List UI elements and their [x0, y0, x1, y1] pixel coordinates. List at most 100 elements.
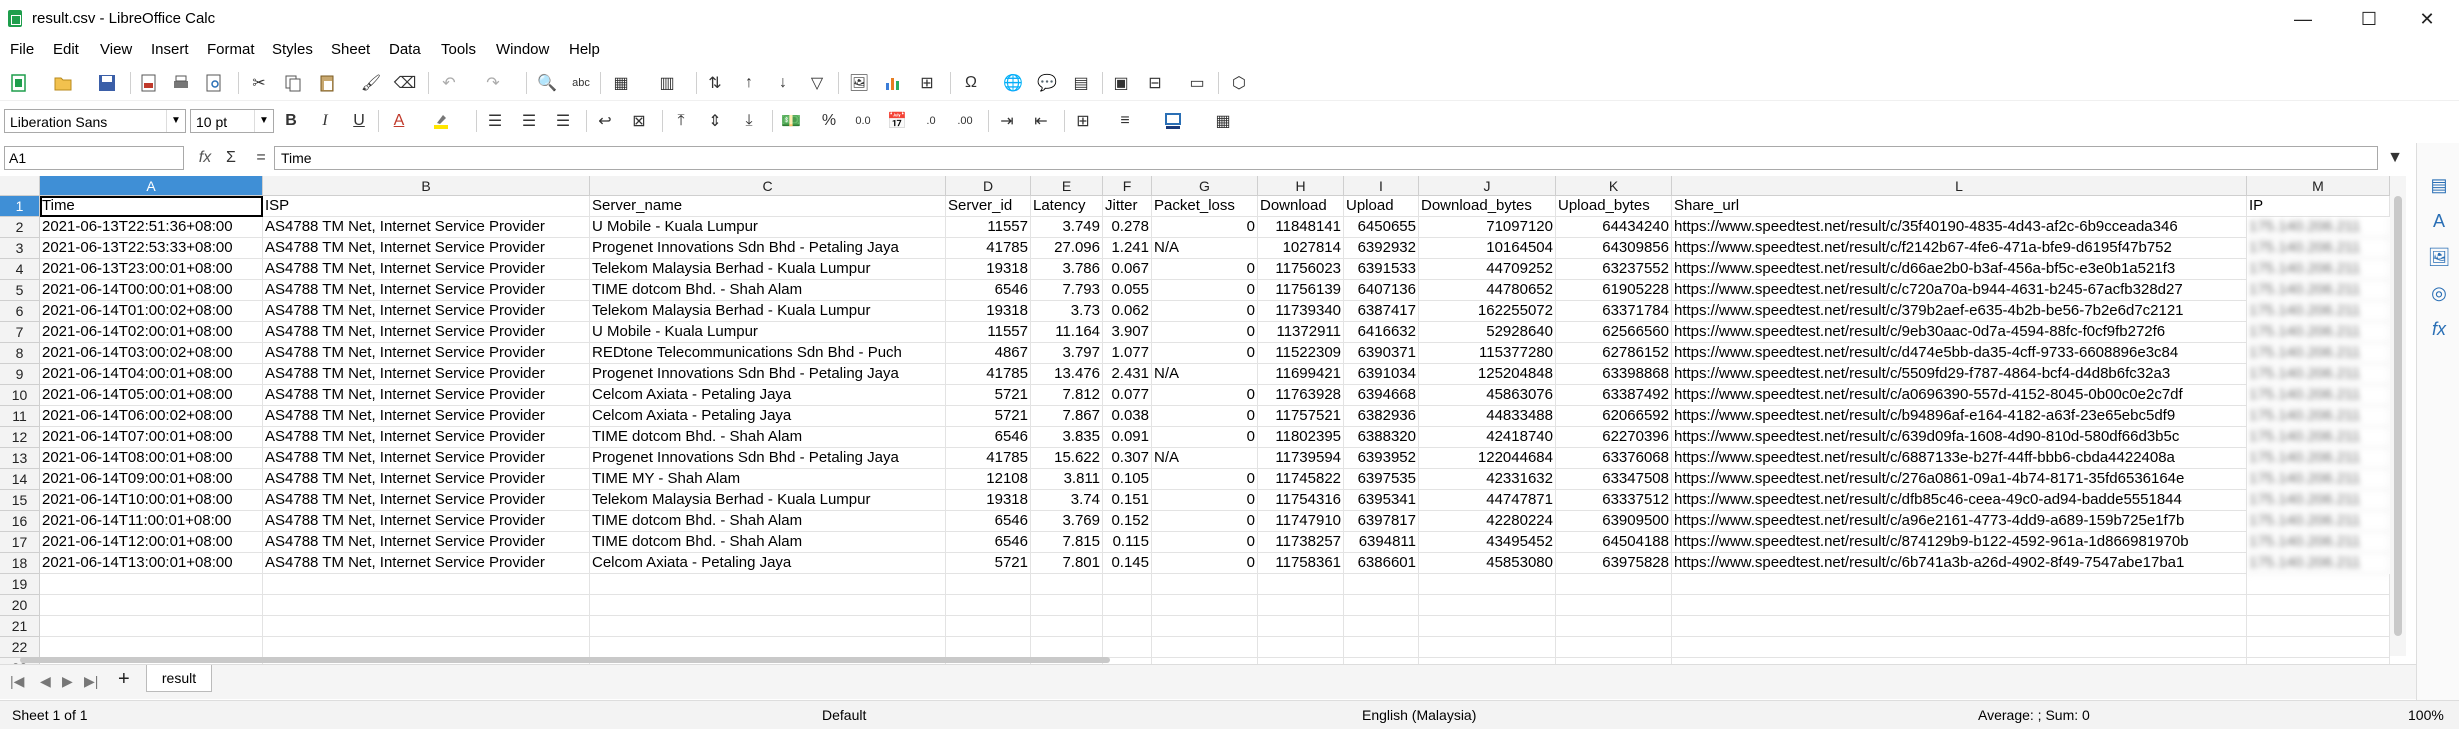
split-window-icon[interactable]: ▭: [1186, 72, 1208, 94]
data-cell[interactable]: 63975828: [1556, 553, 1672, 574]
freeze-rows-columns-icon[interactable]: ⊟: [1144, 72, 1166, 94]
empty-cell[interactable]: [1103, 616, 1152, 637]
data-cell[interactable]: 64434240: [1556, 217, 1672, 238]
empty-cell[interactable]: [1344, 637, 1419, 658]
column-header[interactable]: D: [946, 176, 1031, 196]
data-cell[interactable]: TIME dotcom Bhd. - Shah Alam: [590, 427, 946, 448]
row-header[interactable]: 9: [0, 364, 40, 385]
empty-cell[interactable]: [1103, 574, 1152, 595]
data-cell[interactable]: 7.815: [1031, 532, 1103, 553]
data-cell[interactable]: 11848141: [1258, 217, 1344, 238]
ip-cell[interactable]: 175.140.206.211: [2247, 490, 2390, 511]
print-icon[interactable]: [170, 72, 192, 94]
empty-cell[interactable]: [1258, 595, 1344, 616]
formula-input[interactable]: Time: [274, 146, 2378, 170]
header-cell[interactable]: Download_bytes: [1419, 196, 1556, 217]
data-cell[interactable]: 63371784: [1556, 301, 1672, 322]
data-cell[interactable]: AS4788 TM Net, Internet Service Provider: [263, 406, 590, 427]
data-cell[interactable]: https://www.speedtest.net/result/c/f2142…: [1672, 238, 2247, 259]
empty-cell[interactable]: [2247, 616, 2390, 637]
navigator-icon[interactable]: ◎: [2427, 281, 2451, 305]
data-cell[interactable]: 61905228: [1556, 280, 1672, 301]
data-cell[interactable]: 71097120: [1419, 217, 1556, 238]
data-cell[interactable]: 19318: [946, 259, 1031, 280]
data-cell[interactable]: https://www.speedtest.net/result/c/379b2…: [1672, 301, 2247, 322]
data-cell[interactable]: AS4788 TM Net, Internet Service Provider: [263, 364, 590, 385]
ip-cell[interactable]: 175.140.206.211: [2247, 364, 2390, 385]
data-cell[interactable]: 6397817: [1344, 511, 1419, 532]
column-header[interactable]: F: [1103, 176, 1152, 196]
data-cell[interactable]: 0: [1152, 301, 1258, 322]
ip-cell[interactable]: 175.140.206.211: [2247, 343, 2390, 364]
row-header[interactable]: 13: [0, 448, 40, 469]
column-header[interactable]: K: [1556, 176, 1672, 196]
data-cell[interactable]: 3.797: [1031, 343, 1103, 364]
percent-format-icon[interactable]: %: [818, 110, 840, 132]
data-cell[interactable]: 115377280: [1419, 343, 1556, 364]
data-cell[interactable]: Telekom Malaysia Berhad - Kuala Lumpur: [590, 301, 946, 322]
menu-tools[interactable]: Tools: [441, 41, 476, 58]
data-cell[interactable]: 0.091: [1103, 427, 1152, 448]
data-cell[interactable]: 0: [1152, 259, 1258, 280]
data-cell[interactable]: 2021-06-14T01:00:02+08:00: [40, 301, 263, 322]
data-cell[interactable]: 62066592: [1556, 406, 1672, 427]
empty-cell[interactable]: [1152, 595, 1258, 616]
border-color-icon[interactable]: [1162, 110, 1184, 132]
data-cell[interactable]: 11745822: [1258, 469, 1344, 490]
data-cell[interactable]: 7.801: [1031, 553, 1103, 574]
borders-icon[interactable]: ⊞: [1072, 110, 1094, 132]
add-decimal-icon[interactable]: .0: [920, 110, 942, 132]
header-cell[interactable]: Download: [1258, 196, 1344, 217]
menu-help[interactable]: Help: [569, 41, 600, 58]
ip-cell[interactable]: 175.140.206.211: [2247, 532, 2390, 553]
row-header[interactable]: 4: [0, 259, 40, 280]
ip-cell[interactable]: 175.140.206.211: [2247, 301, 2390, 322]
data-cell[interactable]: REDtone Telecommunications Sdn Bhd - Puc…: [590, 343, 946, 364]
chevron-down-icon[interactable]: ▼: [254, 110, 273, 132]
sort-descending-icon[interactable]: ↓: [772, 72, 794, 94]
row-header[interactable]: 6: [0, 301, 40, 322]
sort-icon[interactable]: ⇅: [704, 72, 726, 94]
highlight-color-icon[interactable]: [430, 110, 452, 132]
row-header[interactable]: 17: [0, 532, 40, 553]
data-cell[interactable]: 2021-06-14T03:00:02+08:00: [40, 343, 263, 364]
name-box[interactable]: A1: [4, 146, 184, 170]
data-cell[interactable]: 19318: [946, 301, 1031, 322]
menu-styles[interactable]: Styles: [272, 41, 313, 58]
empty-cell[interactable]: [1031, 574, 1103, 595]
empty-cell[interactable]: [1556, 616, 1672, 637]
sheet-tab-result[interactable]: result: [146, 665, 212, 692]
select-all-corner[interactable]: [0, 176, 40, 196]
undo-icon[interactable]: ↶: [438, 72, 460, 94]
data-cell[interactable]: 2.431: [1103, 364, 1152, 385]
data-cell[interactable]: 6394811: [1344, 532, 1419, 553]
menu-format[interactable]: Format: [207, 41, 255, 58]
data-cell[interactable]: AS4788 TM Net, Internet Service Provider: [263, 217, 590, 238]
empty-cell[interactable]: [1258, 637, 1344, 658]
data-cell[interactable]: 6546: [946, 427, 1031, 448]
data-cell[interactable]: 6388320: [1344, 427, 1419, 448]
empty-cell[interactable]: [40, 595, 263, 616]
ip-cell[interactable]: 175.140.206.211: [2247, 322, 2390, 343]
empty-cell[interactable]: [1556, 595, 1672, 616]
data-cell[interactable]: 0: [1152, 343, 1258, 364]
data-cell[interactable]: 1.077: [1103, 343, 1152, 364]
header-cell[interactable]: Packet_loss: [1152, 196, 1258, 217]
data-cell[interactable]: 5721: [946, 553, 1031, 574]
column-header[interactable]: G: [1152, 176, 1258, 196]
data-cell[interactable]: AS4788 TM Net, Internet Service Provider: [263, 427, 590, 448]
data-cell[interactable]: 3.74: [1031, 490, 1103, 511]
data-cell[interactable]: 11738257: [1258, 532, 1344, 553]
data-cell[interactable]: 27.096: [1031, 238, 1103, 259]
data-cell[interactable]: 63398868: [1556, 364, 1672, 385]
data-cell[interactable]: 42331632: [1419, 469, 1556, 490]
center-vertically-icon[interactable]: ⇕: [704, 110, 726, 132]
data-cell[interactable]: 7.812: [1031, 385, 1103, 406]
autofilter-icon[interactable]: ▽: [806, 72, 828, 94]
empty-cell[interactable]: [590, 616, 946, 637]
column-header[interactable]: H: [1258, 176, 1344, 196]
data-cell[interactable]: 3.835: [1031, 427, 1103, 448]
border-style-icon[interactable]: ≡: [1114, 110, 1136, 132]
zoom-level[interactable]: 100%: [2408, 707, 2444, 723]
empty-cell[interactable]: [1672, 637, 2247, 658]
